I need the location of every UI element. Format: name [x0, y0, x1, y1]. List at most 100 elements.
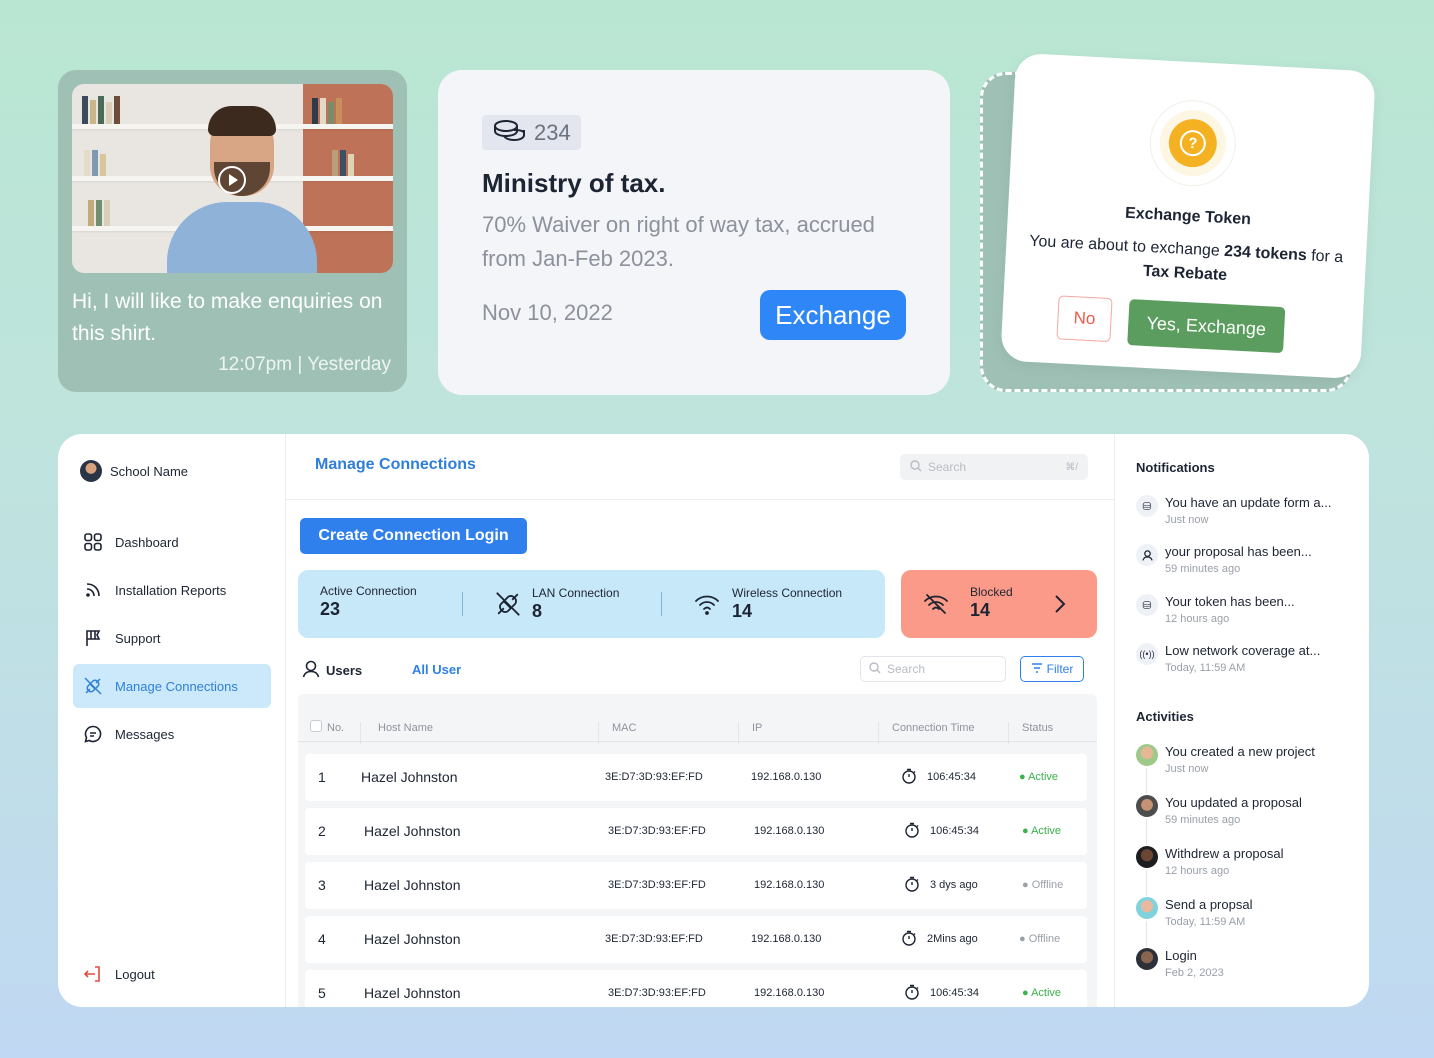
all-user-link[interactable]: All User	[412, 662, 461, 677]
ip-address: 192.168.0.130	[751, 933, 822, 945]
row-number: 4	[318, 931, 326, 947]
chevron-right-icon[interactable]	[1053, 594, 1067, 619]
tax-offer-card: 234 Ministry of tax. 70% Waiver on right…	[438, 70, 950, 395]
ip-address: 192.168.0.130	[754, 879, 825, 891]
sidebar-nav: Dashboard Installation Reports Support M…	[73, 520, 271, 760]
no-button[interactable]: No	[1056, 295, 1113, 343]
sidebar-item-messages[interactable]: Messages	[73, 712, 271, 756]
exchange-button[interactable]: Exchange	[760, 290, 906, 340]
plug-icon	[83, 676, 103, 696]
activities-title: Activities	[1136, 709, 1194, 724]
mac-address: 3E:D7:3D:93:EF:FD	[608, 879, 706, 891]
sidebar-item-label: Messages	[115, 726, 175, 742]
activity-text: You created a new project	[1165, 744, 1315, 759]
sidebar-item-label: Installation Reports	[115, 582, 227, 598]
main-header: Manage Connections Search ⌘/	[286, 434, 1114, 500]
avatar	[1136, 846, 1158, 868]
connection-stats: Active Connection 23 LAN Connection 8 Wi…	[298, 570, 885, 638]
notification-text: Low network coverage at...	[1165, 643, 1321, 658]
host-name: Hazel Johnston	[364, 931, 461, 947]
sidebar-item-support[interactable]: Support	[73, 616, 271, 660]
host-name: Hazel Johnston	[361, 769, 458, 785]
stopwatch-icon	[904, 876, 920, 895]
video-message-card: Hi, I will like to make enquiries on thi…	[58, 70, 407, 392]
video-thumbnail[interactable]	[72, 84, 393, 273]
stopwatch-icon	[904, 822, 920, 841]
mac-address: 3E:D7:3D:93:EF:FD	[605, 933, 703, 945]
column-header: No.	[327, 722, 345, 734]
status-badge: ● Active	[1022, 987, 1062, 999]
sidebar-item-dashboard[interactable]: Dashboard	[73, 520, 271, 564]
timeline-connector	[1146, 921, 1147, 947]
tax-date: Nov 10, 2022	[482, 300, 613, 325]
stat-value: 23	[320, 599, 341, 619]
column-header: Connection Time	[892, 722, 975, 734]
blocked-connections-card[interactable]: Blocked 14	[901, 570, 1097, 638]
lan-connection-stat: LAN Connection 8	[532, 586, 619, 622]
notifications-title: Notifications	[1136, 460, 1215, 475]
ip-address: 192.168.0.130	[751, 771, 822, 783]
connection-time: 106:45:34	[930, 825, 979, 837]
avatar	[80, 460, 102, 482]
search-input[interactable]: Search ⌘/	[900, 454, 1088, 480]
yes-exchange-button[interactable]: Yes, Exchange	[1127, 299, 1286, 354]
table-row[interactable]: 3 Hazel Johnston 3E:D7:3D:93:EF:FD 192.1…	[305, 862, 1087, 909]
divider	[462, 592, 463, 616]
mac-address: 3E:D7:3D:93:EF:FD	[605, 771, 703, 783]
activity-text: Send a propsal	[1165, 897, 1253, 912]
books	[82, 96, 120, 124]
notification-time: 12 hours ago	[1165, 613, 1230, 625]
play-icon[interactable]	[218, 166, 246, 194]
dashboard-panel: School Name Dashboard Installation Repor…	[58, 434, 1369, 1007]
sidebar-item-manage-connections[interactable]: Manage Connections	[73, 664, 271, 708]
avatar	[1136, 795, 1158, 817]
books	[312, 98, 342, 124]
table-row[interactable]: 2 Hazel Johnston 3E:D7:3D:93:EF:FD 192.1…	[305, 808, 1087, 855]
video-message-text: Hi, I will like to make enquiries on thi…	[72, 290, 383, 345]
question-badge: ?	[1147, 97, 1239, 189]
right-panel: Notifications ⛁ You have an update form …	[1114, 434, 1369, 1007]
school-profile[interactable]: School Name	[80, 460, 188, 482]
token-icon: ⛁	[1136, 594, 1158, 616]
stopwatch-icon	[904, 984, 920, 1003]
mac-address: 3E:D7:3D:93:EF:FD	[608, 825, 706, 837]
sidebar-item-installation-reports[interactable]: Installation Reports	[73, 568, 271, 612]
row-number: 5	[318, 985, 326, 1001]
blocked-stat: Blocked 14	[970, 585, 1013, 621]
logout-button[interactable]: Logout	[83, 964, 155, 984]
connection-time: 3 dys ago	[930, 879, 978, 891]
tax-description: 70% Waiver on right of way tax, accrued …	[482, 212, 875, 271]
column-header: IP	[752, 722, 763, 734]
table-search-input[interactable]: Search	[860, 656, 1006, 682]
activity-time: Today, 11:59 AM	[1165, 916, 1246, 928]
stat-label: Wireless Connection	[732, 586, 843, 600]
person-hair	[208, 106, 276, 136]
video-message-time: 12:07pm | Yesterday	[218, 354, 391, 375]
status-badge: ● Offline	[1022, 879, 1064, 891]
table-row[interactable]: 1 Hazel Johnston 3E:D7:3D:93:EF:FD 192.1…	[305, 754, 1087, 801]
select-all-checkbox[interactable]	[310, 720, 322, 732]
column-header: Status	[1022, 722, 1054, 734]
token-badge: 234	[482, 115, 581, 150]
ip-address: 192.168.0.130	[754, 825, 825, 837]
users-tab[interactable]: Users	[302, 660, 362, 681]
activity-time: Feb 2, 2023	[1165, 967, 1224, 979]
filter-button[interactable]: Filter	[1020, 656, 1084, 682]
row-number: 1	[318, 769, 326, 785]
active-connection-stat: Active Connection 23	[320, 584, 417, 620]
stat-label: LAN Connection	[532, 586, 620, 600]
status-badge: ● Active	[1022, 825, 1062, 837]
row-number: 2	[318, 823, 326, 839]
signal-icon: ((•))	[1136, 643, 1158, 665]
connection-time: 106:45:34	[927, 771, 976, 783]
logout-icon	[83, 964, 103, 984]
main-content: Manage Connections Search ⌘/ Create Conn…	[286, 434, 1114, 1007]
table-row[interactable]: 5 Hazel Johnston 3E:D7:3D:93:EF:FD 192.1…	[305, 970, 1087, 1007]
stat-label: Active Connection	[320, 584, 417, 598]
table-row[interactable]: 4 Hazel Johnston 3E:D7:3D:93:EF:FD 192.1…	[305, 916, 1087, 963]
stopwatch-icon	[901, 930, 917, 949]
books	[88, 200, 110, 226]
connections-table: No. Host Name MAC IP Connection Time Sta…	[298, 694, 1097, 1007]
create-connection-login-button[interactable]: Create Connection Login	[300, 518, 527, 554]
notification-text: your proposal has been...	[1165, 544, 1312, 559]
